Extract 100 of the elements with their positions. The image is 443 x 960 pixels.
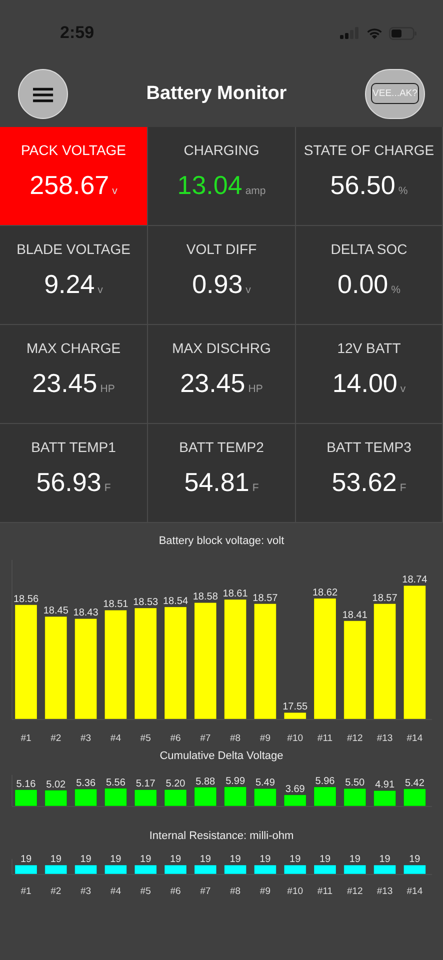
category-label: #6: [170, 733, 181, 744]
bar-value-label: 5.99: [226, 776, 246, 787]
bar-value-label: 5.16: [16, 778, 36, 790]
battery-icon: [389, 26, 417, 40]
category-label: #1: [20, 886, 32, 897]
category-label: #12: [346, 733, 363, 744]
bar-value-label: 18.53: [133, 597, 158, 608]
category-label: #13: [376, 886, 393, 897]
category-label: #14: [406, 886, 423, 897]
metric-label: BLADE VOLTAGE: [16, 241, 130, 257]
bar-value-label: 18.43: [73, 608, 98, 619]
category-label: #14: [406, 733, 423, 744]
metric-value: 258.67: [30, 170, 110, 201]
bar-value-label: 5.96: [315, 776, 335, 787]
category-label: #1: [20, 733, 32, 744]
metric-unit: v: [112, 185, 118, 197]
bar-value-label: 19: [379, 854, 390, 866]
bar-value-label: 3.69: [285, 784, 305, 795]
bar-value-label: 17.55: [282, 702, 308, 713]
metric-unit: %: [398, 185, 408, 197]
category-label: #6: [170, 886, 181, 897]
bar-value-label: 18.57: [372, 592, 398, 604]
metric-unit: F: [104, 482, 111, 494]
menu-button[interactable]: ≡: [18, 68, 68, 118]
bar-value-label: 19: [260, 854, 271, 866]
metric-unit: v: [98, 284, 103, 296]
bar: [224, 864, 247, 874]
category-label: #7: [200, 733, 211, 744]
chart-title: Internal Resistance: milli-ohm: [149, 830, 294, 842]
category-label: #2: [50, 886, 62, 897]
category-label: #8: [230, 886, 241, 897]
category-label: #3: [80, 886, 92, 897]
category-label: #12: [346, 886, 363, 897]
metric-label: MAX DISCHRG: [172, 340, 271, 356]
bar-value-label: 19: [80, 854, 92, 866]
wifi-icon: [366, 27, 383, 39]
bar-value-label: 5.02: [46, 779, 66, 790]
metric-label: VOLT DIFF: [186, 241, 257, 257]
bar-value-label: 19: [110, 854, 122, 866]
category-label: #8: [230, 733, 241, 744]
metric-unit: v: [246, 284, 251, 296]
category-label: #9: [260, 886, 270, 897]
bar-value-label: 18.62: [312, 587, 338, 598]
metric-value: 0.00: [338, 269, 388, 300]
bar: [194, 787, 217, 806]
bar-value-label: 5.88: [196, 776, 216, 788]
metric-value: 23.45: [32, 368, 98, 399]
bar: [164, 789, 187, 806]
bar: [14, 864, 38, 874]
bar: [194, 864, 217, 874]
bar: [104, 788, 127, 806]
metric-unit: HP: [100, 383, 115, 395]
bar-value-label: 19: [140, 854, 152, 866]
bar-value-label: 18.51: [103, 599, 128, 610]
category-label: #4: [110, 733, 121, 744]
bar-value-label: 18.56: [13, 594, 39, 605]
bar-value-label: 18.57: [252, 592, 278, 604]
bar-value-label: 19: [50, 854, 62, 866]
bar-value-label: 19: [290, 854, 301, 866]
metric-unit: F: [252, 482, 259, 494]
metric-label: BATT TEMP1: [31, 439, 116, 455]
bar: [284, 712, 306, 720]
bar-value-label: 4.91: [375, 780, 395, 791]
category-label: #2: [50, 733, 62, 744]
bar: [134, 789, 157, 806]
category-label: #5: [140, 886, 151, 897]
bar: [44, 864, 68, 874]
metric-unit: F: [400, 482, 406, 494]
category-label: #5: [140, 733, 151, 744]
metric-value: 14.00: [332, 368, 398, 399]
bar: [224, 786, 247, 806]
bar: [254, 864, 276, 874]
bar-value-label: 19: [349, 854, 360, 866]
bar: [284, 794, 306, 806]
bar: [374, 790, 396, 806]
bar: [314, 864, 336, 874]
bar-value-label: 19: [200, 854, 211, 866]
metric-value: 53.62: [332, 467, 397, 498]
chart-title: Battery block voltage: volt: [158, 535, 284, 547]
category-label: #10: [287, 733, 304, 744]
bar: [344, 864, 366, 874]
bar: [44, 790, 68, 806]
metric-label: MAX CHARGE: [26, 340, 121, 356]
bar-value-label: 18.41: [342, 610, 368, 621]
category-label: #13: [376, 733, 393, 744]
category-label: #3: [80, 733, 92, 744]
bar: [403, 788, 426, 806]
metric-value: 0.93: [192, 269, 243, 300]
bar-value-label: 19: [230, 854, 241, 866]
bar-value-label: 5.50: [345, 778, 365, 789]
metric-label: CHARGING: [184, 142, 260, 158]
bar-value-label: 18.74: [402, 574, 428, 586]
bar-value-label: 5.49: [255, 778, 275, 789]
category-label: #7: [200, 886, 211, 897]
metric-label: PACK VOLTAGE: [20, 142, 126, 158]
bar-value-label: 19: [170, 854, 182, 866]
bar-value-label: 19: [409, 854, 420, 866]
bar: [314, 786, 336, 806]
bar-value-label: 18.45: [43, 606, 68, 617]
category-label: #11: [317, 886, 333, 897]
